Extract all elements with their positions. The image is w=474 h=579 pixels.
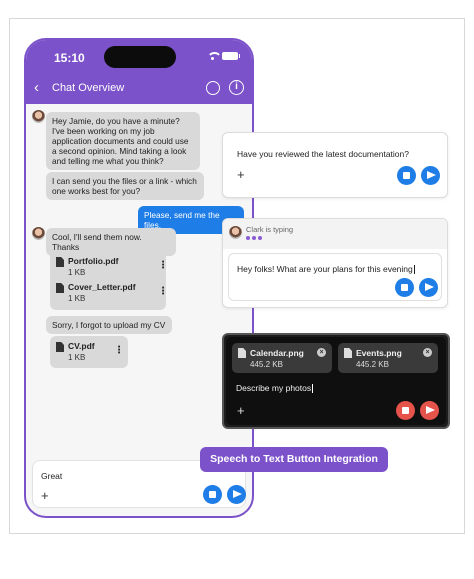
palette-icon[interactable] bbox=[206, 81, 220, 95]
file-size: 1 KB bbox=[68, 268, 86, 277]
file-name: CV.pdf bbox=[68, 341, 95, 351]
typing-dots-icon bbox=[246, 236, 262, 240]
message-bubble: Hey Jamie, do you have a minute? I've be… bbox=[46, 112, 200, 170]
add-attachment-icon[interactable]: + bbox=[237, 168, 245, 181]
feature-label: Speech to Text Button Integration bbox=[200, 447, 388, 472]
file-item[interactable]: Portfolio.pdf 1 KB ⋮ bbox=[56, 256, 168, 278]
status-time: 15:10 bbox=[54, 51, 85, 65]
more-options-icon[interactable]: ⋮ bbox=[114, 345, 124, 356]
stop-icon bbox=[402, 407, 409, 414]
stop-recording-button[interactable] bbox=[203, 485, 222, 504]
add-attachment-icon[interactable]: + bbox=[41, 489, 49, 502]
phone-mockup: 15:10 ‹ Chat Overview i Hey Jamie, do yo… bbox=[24, 38, 254, 518]
info-icon[interactable]: i bbox=[229, 80, 244, 95]
file-name: Cover_Letter.pdf bbox=[68, 282, 136, 292]
back-arrow-icon[interactable]: ‹ bbox=[34, 80, 50, 96]
send-icon bbox=[233, 490, 242, 498]
message-list: Hey Jamie, do you have a minute? I've be… bbox=[26, 104, 252, 460]
typing-status: Clark is typing bbox=[246, 225, 294, 234]
wifi-icon bbox=[207, 52, 222, 60]
stop-icon bbox=[401, 284, 408, 291]
avatar bbox=[32, 110, 45, 123]
stop-recording-button[interactable] bbox=[395, 278, 414, 297]
composer-card-dark: Calendar.png 445.2 KB × Events.png 445.2… bbox=[222, 333, 450, 429]
send-button[interactable] bbox=[419, 278, 438, 297]
message-input[interactable]: Describe my photos bbox=[236, 383, 314, 394]
app-header: 15:10 ‹ Chat Overview i bbox=[26, 40, 252, 104]
stop-recording-button[interactable] bbox=[397, 166, 416, 185]
attachment-name: Events.png bbox=[356, 348, 402, 358]
file-attachments: Portfolio.pdf 1 KB ⋮ Cover_Letter.pdf 1 … bbox=[50, 250, 168, 310]
file-attachments: CV.pdf 1 KB ⋮ bbox=[50, 336, 128, 368]
battery-icon bbox=[222, 52, 240, 60]
status-icons bbox=[207, 52, 240, 60]
send-button[interactable] bbox=[227, 485, 246, 504]
dark-composer[interactable]: Calendar.png 445.2 KB × Events.png 445.2… bbox=[226, 337, 446, 425]
stop-icon bbox=[209, 491, 216, 498]
file-item[interactable]: CV.pdf 1 KB ⋮ bbox=[56, 341, 124, 363]
composer-card-question: Have you reviewed the latest documentati… bbox=[222, 132, 448, 198]
typing-indicator: Clark is typing bbox=[223, 219, 447, 249]
composer-card-typing: Clark is typing Hey folks! What are your… bbox=[222, 218, 448, 308]
message-input[interactable]: Hey folks! What are your plans for this … bbox=[237, 264, 415, 275]
message-composer[interactable]: Hey folks! What are your plans for this … bbox=[228, 253, 442, 301]
remove-attachment-icon[interactable]: × bbox=[317, 348, 326, 357]
message-bubble: Sorry, I forgot to upload my CV bbox=[46, 316, 172, 334]
file-item[interactable]: Cover_Letter.pdf 1 KB ⋮ bbox=[56, 282, 168, 304]
add-attachment-icon[interactable]: + bbox=[237, 404, 245, 417]
attachment-chip: Events.png 445.2 KB × bbox=[338, 343, 438, 373]
attachment-size: 445.2 KB bbox=[250, 360, 283, 369]
image-file-icon bbox=[344, 348, 352, 358]
avatar bbox=[32, 227, 45, 240]
attachment-name: Calendar.png bbox=[250, 348, 304, 358]
dynamic-island bbox=[104, 46, 176, 68]
attachment-size: 445.2 KB bbox=[356, 360, 389, 369]
send-icon bbox=[427, 171, 436, 179]
stop-recording-button[interactable] bbox=[396, 401, 415, 420]
avatar bbox=[229, 226, 242, 239]
message-bubble: I can send you the files or a link - whi… bbox=[46, 172, 204, 200]
file-size: 1 KB bbox=[68, 353, 86, 362]
send-button[interactable] bbox=[421, 166, 440, 185]
image-file-icon bbox=[238, 348, 246, 358]
send-icon bbox=[426, 406, 435, 414]
send-button[interactable] bbox=[420, 401, 439, 420]
remove-attachment-icon[interactable]: × bbox=[423, 348, 432, 357]
file-size: 1 KB bbox=[68, 294, 86, 303]
file-icon bbox=[56, 257, 64, 267]
more-options-icon[interactable]: ⋮ bbox=[158, 260, 168, 271]
file-icon bbox=[56, 342, 64, 352]
file-icon bbox=[56, 283, 64, 293]
more-options-icon[interactable]: ⋮ bbox=[158, 286, 168, 297]
file-name: Portfolio.pdf bbox=[68, 256, 119, 266]
page-title: Chat Overview bbox=[52, 82, 125, 94]
message-input[interactable]: Great bbox=[41, 471, 62, 481]
attachment-chip: Calendar.png 445.2 KB × bbox=[232, 343, 332, 373]
message-input[interactable]: Have you reviewed the latest documentati… bbox=[237, 149, 409, 159]
stop-icon bbox=[403, 172, 410, 179]
send-icon bbox=[425, 283, 434, 291]
